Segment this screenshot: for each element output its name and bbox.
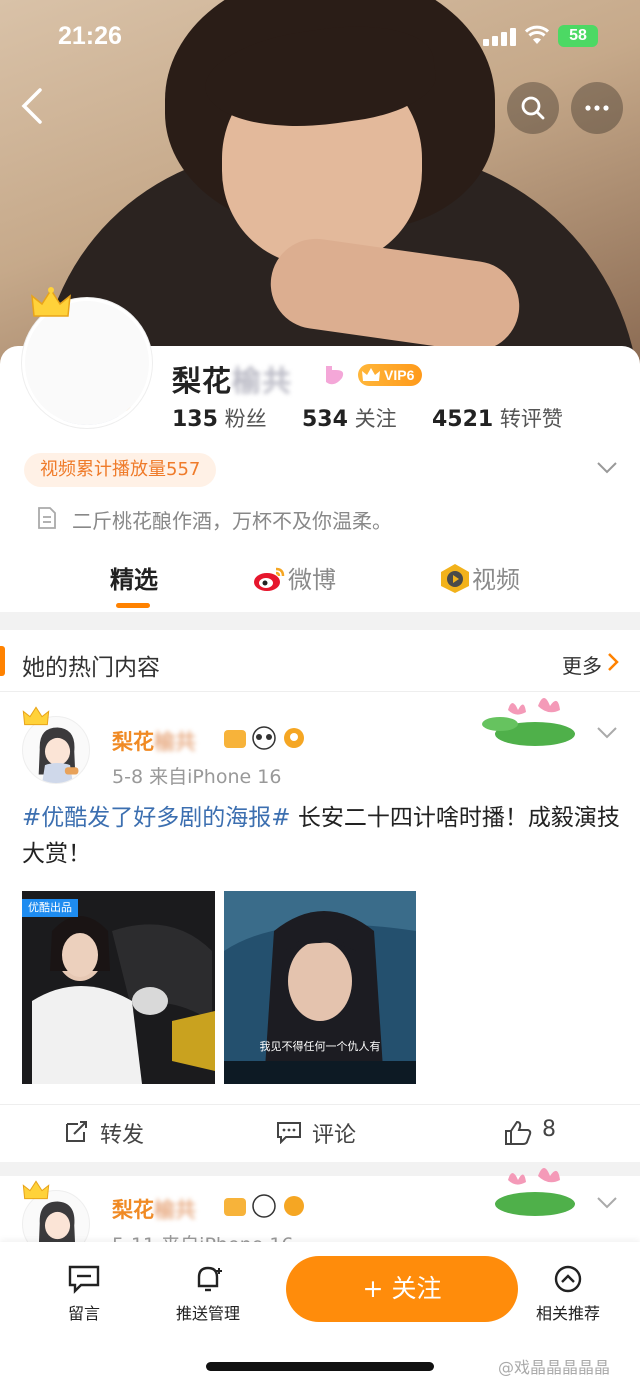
home-indicator[interactable] xyxy=(206,1362,434,1371)
post-actions: 转发 评论 8 xyxy=(0,1104,640,1162)
post-author-name-obscured: 榆共 xyxy=(154,1198,196,1222)
status-bar: 21:26 58 xyxy=(0,20,640,54)
comment-button[interactable]: 评论 xyxy=(277,1117,357,1149)
following-label: 关注 xyxy=(354,407,397,431)
related-recommend-button[interactable]: 相关推荐 xyxy=(518,1264,618,1324)
document-icon xyxy=(38,507,56,529)
section-accent-bar xyxy=(0,646,5,676)
push-settings-button[interactable]: 推送管理 xyxy=(158,1264,258,1324)
post-image-1[interactable]: 优酷出品 xyxy=(22,891,215,1084)
battery-indicator: 58 xyxy=(558,25,598,47)
video-icon xyxy=(441,564,469,593)
tab-featured[interactable]: 精选 xyxy=(110,560,158,595)
tab-featured-label: 精选 xyxy=(110,566,158,594)
chevron-up-circle-icon xyxy=(554,1265,582,1293)
vip-label: VIP6 xyxy=(384,367,415,383)
chevron-left-icon xyxy=(21,88,42,124)
chevron-right-icon[interactable] xyxy=(606,652,620,672)
post-text: #优酷发了好多剧的海报# 长安二十四计啥时播！成毅演技大赏！ xyxy=(22,800,622,872)
pink-badge-icon xyxy=(326,366,344,385)
stat-following[interactable]: 534 关注 xyxy=(302,403,397,433)
more-button[interactable] xyxy=(571,82,623,134)
like-count: 8 xyxy=(542,1117,556,1142)
battery-level: 58 xyxy=(569,27,587,44)
vip-crown-icon xyxy=(362,368,380,381)
section-title: 她的热门内容 xyxy=(22,655,160,681)
repost-label: 转发 xyxy=(100,1123,145,1148)
post-image-2[interactable]: 我见不得任何一个仇人有 xyxy=(224,891,416,1084)
vip-badge[interactable]: VIP6 xyxy=(358,364,422,386)
bottom-action-bar: 留言 推送管理 + 关注 相关推荐 @戏晶晶晶晶晶 xyxy=(0,1242,640,1386)
stat-followers[interactable]: 135 粉丝 xyxy=(172,403,267,433)
followers-label: 粉丝 xyxy=(224,407,267,431)
comment-icon xyxy=(277,1122,301,1144)
like-button[interactable]: 8 xyxy=(505,1117,556,1145)
status-time: 21:26 xyxy=(58,22,122,50)
interactions-label: 转评赞 xyxy=(499,407,563,431)
post-meta: 5-8 来自iPhone 16 xyxy=(112,766,282,788)
follow-button[interactable]: + 关注 xyxy=(286,1256,518,1322)
profile-name: 梨花榆共 xyxy=(172,358,292,400)
profile-name-obscured: 榆共 xyxy=(232,364,293,398)
chevron-down-icon[interactable] xyxy=(596,726,618,740)
signal-icon xyxy=(483,28,517,46)
post-author-name[interactable]: 梨花榆共 xyxy=(112,1194,196,1224)
tab-active-indicator xyxy=(116,603,150,608)
chevron-down-icon[interactable] xyxy=(596,461,618,475)
profile-name-text: 梨花 xyxy=(172,364,233,398)
section-divider xyxy=(0,612,640,630)
comment-label: 评论 xyxy=(312,1123,357,1148)
followers-count: 135 xyxy=(172,407,218,432)
thumbs-up-icon xyxy=(505,1120,532,1145)
tab-weibo[interactable]: 微博 xyxy=(252,560,336,595)
lotus-decoration-icon xyxy=(482,698,575,746)
more-link[interactable]: 更多 xyxy=(562,650,602,679)
watermark: @戏晶晶晶晶晶 xyxy=(498,1358,611,1377)
hot-content-header: 她的热门内容 更多 xyxy=(0,630,640,692)
chevron-down-icon[interactable] xyxy=(596,1196,618,1210)
following-count: 534 xyxy=(302,407,348,432)
crown-icon xyxy=(22,706,50,726)
crown-icon xyxy=(31,287,71,317)
user-badges-icon xyxy=(224,1194,304,1218)
back-button[interactable] xyxy=(14,86,54,126)
repost-button[interactable]: 转发 xyxy=(66,1117,145,1149)
weibo-icon xyxy=(254,567,285,591)
stat-interactions[interactable]: 4521 转评赞 xyxy=(432,403,563,433)
search-button[interactable] xyxy=(507,82,559,134)
message-button[interactable]: 留言 xyxy=(34,1264,134,1324)
profile-bio: 二斤桃花酿作酒，万杯不及你温柔。 xyxy=(72,509,392,533)
post-author-name-obscured: 榆共 xyxy=(154,730,196,754)
lotus-decoration-icon xyxy=(495,1168,575,1216)
post-topic-link[interactable]: #优酷发了好多剧的海报# xyxy=(22,805,291,831)
related-label: 相关推荐 xyxy=(535,1304,600,1323)
search-icon xyxy=(521,96,545,120)
wifi-icon xyxy=(525,25,549,44)
youku-badge: 优酷出品 xyxy=(22,899,78,917)
poster-caption: 我见不得任何一个仇人有 xyxy=(259,1040,381,1053)
profile-tabs: 精选 微博 视频 xyxy=(0,556,640,606)
crown-icon xyxy=(22,1180,50,1200)
user-badges-icon xyxy=(224,726,304,750)
interactions-count: 4521 xyxy=(432,407,494,432)
repost-icon xyxy=(66,1121,87,1142)
poster-illustration xyxy=(224,891,416,1084)
more-dots-icon xyxy=(585,105,609,111)
message-label: 留言 xyxy=(67,1304,100,1323)
push-label: 推送管理 xyxy=(175,1304,240,1323)
tab-video[interactable]: 视频 xyxy=(438,560,520,595)
post-author-name-text: 梨花 xyxy=(112,730,154,754)
video-play-count-tag[interactable]: 视频累计播放量557 xyxy=(24,453,217,487)
post-author-name-text: 梨花 xyxy=(112,1198,154,1222)
tab-weibo-label: 微博 xyxy=(288,566,336,594)
post-author-name[interactable]: 梨花榆共 xyxy=(112,726,196,756)
message-icon xyxy=(68,1265,100,1294)
tab-video-label: 视频 xyxy=(472,566,520,594)
bell-icon xyxy=(197,1266,222,1292)
poster-illustration xyxy=(22,891,215,1084)
